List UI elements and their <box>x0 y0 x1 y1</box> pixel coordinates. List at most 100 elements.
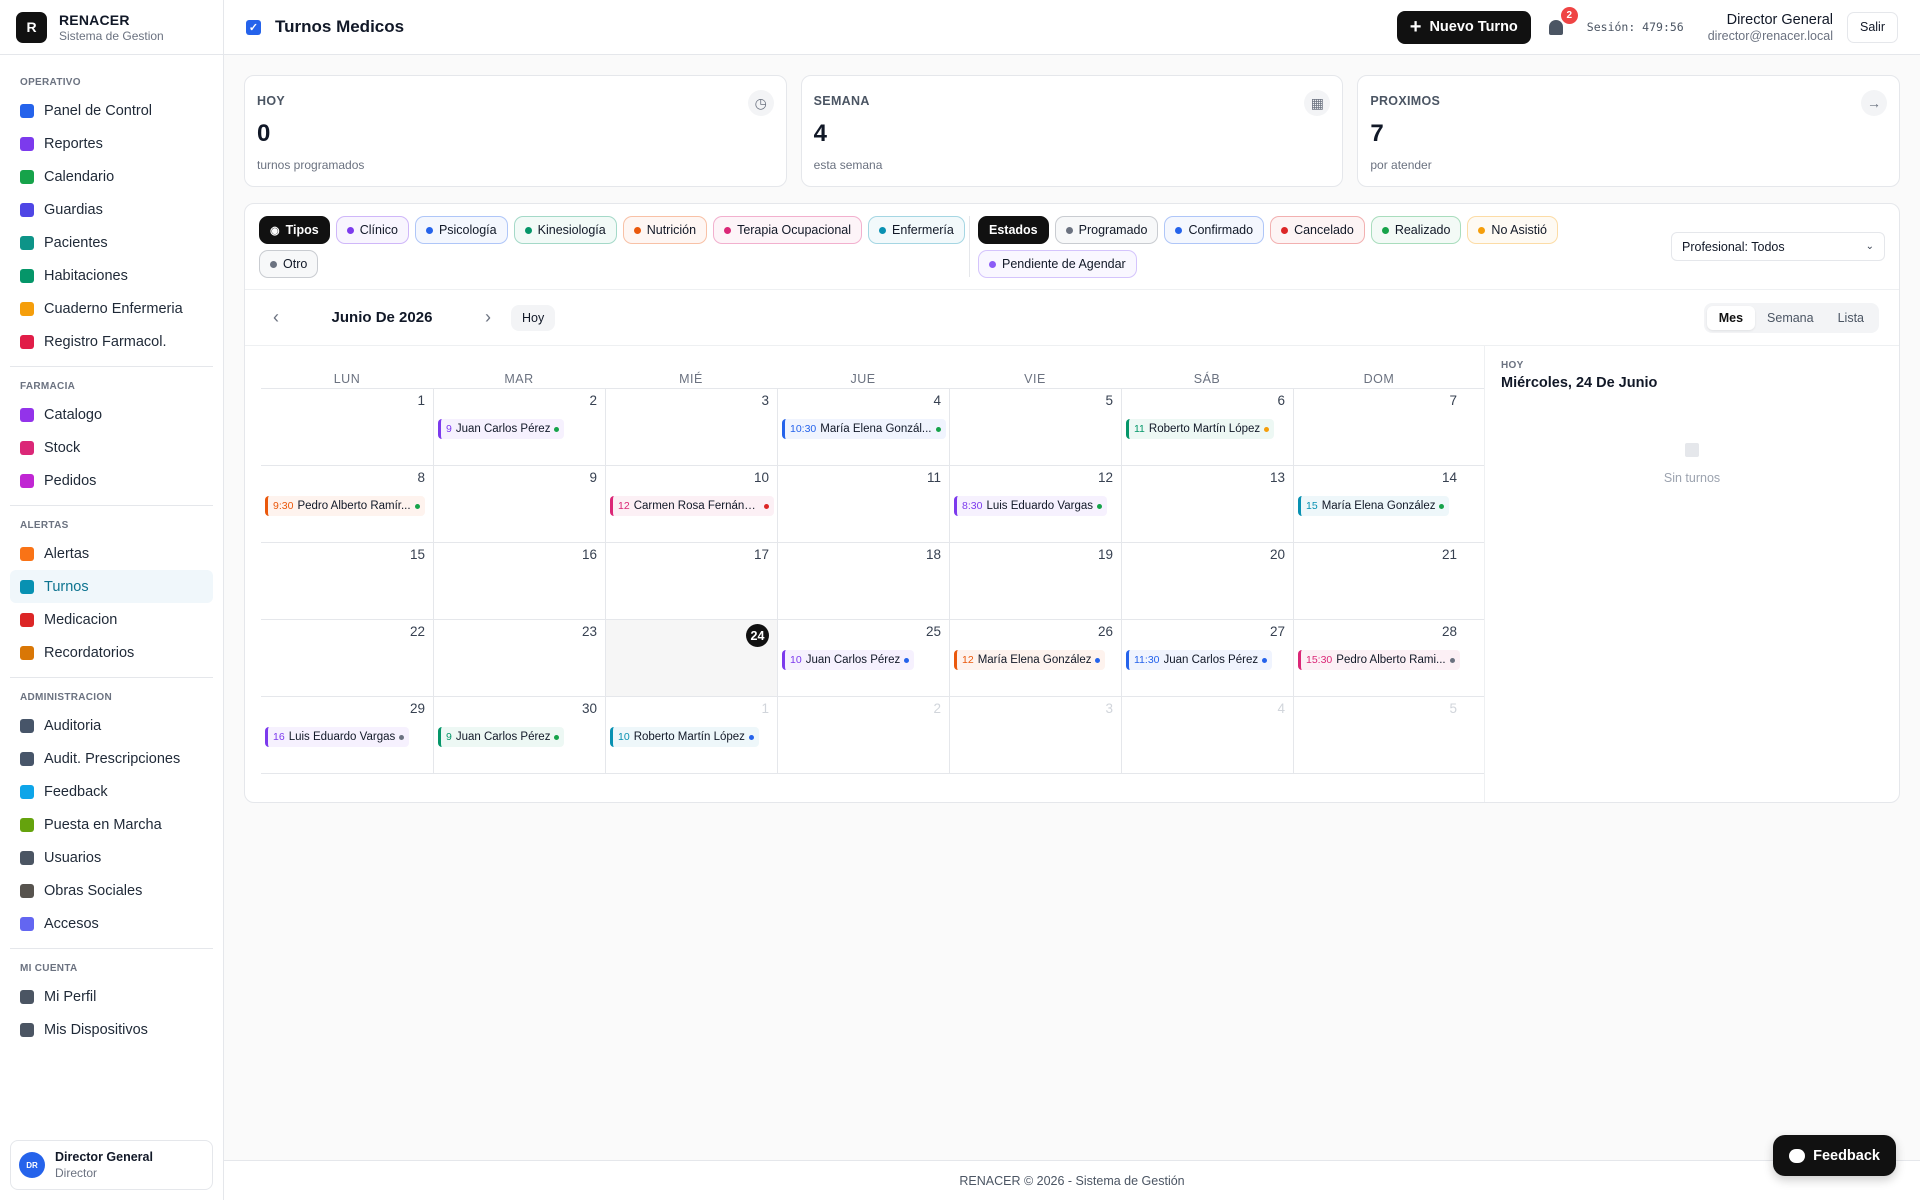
sidebar-item-mis-dispositivos[interactable]: Mis Dispositivos <box>10 1013 213 1046</box>
sidebar-item-cuaderno-enfermeria[interactable]: Cuaderno Enfermeria <box>10 292 213 325</box>
sidebar-item-mi-perfil[interactable]: Mi Perfil <box>10 980 213 1013</box>
day-cell[interactable]: 27 11:30 Juan Carlos Pérez <box>1121 620 1293 696</box>
day-cell[interactable]: 11 <box>777 466 949 542</box>
day-cell[interactable]: 26 12 María Elena González <box>949 620 1121 696</box>
type-filter-chip[interactable]: Clínico <box>335 216 409 244</box>
sidebar-item-audit-prescripciones[interactable]: Audit. Prescripciones <box>10 742 213 775</box>
professional-select[interactable]: Profesional: Todos ⌄ <box>1671 232 1885 261</box>
day-cell[interactable]: 10 12 Carmen Rosa Fernánd... <box>605 466 777 542</box>
sidebar-item-accesos[interactable]: Accesos <box>10 907 213 940</box>
status-filter-chip[interactable]: No Asistió <box>1467 216 1559 244</box>
day-cell[interactable]: 3 <box>949 697 1121 773</box>
day-cell[interactable]: 2 <box>777 697 949 773</box>
day-cell[interactable]: 19 <box>949 543 1121 619</box>
day-cell[interactable]: 4 10:30 María Elena Gonzál... <box>777 389 949 465</box>
day-cell[interactable]: 9 <box>433 466 605 542</box>
day-cell[interactable]: 6 11 Roberto Martín López <box>1121 389 1293 465</box>
prev-month-button[interactable]: ‹ <box>265 307 287 328</box>
day-cell[interactable]: 3 <box>605 389 777 465</box>
sidebar-item-feedback[interactable]: Feedback <box>10 775 213 808</box>
sidebar-item-panel-de-control[interactable]: Panel de Control <box>10 94 213 127</box>
sidebar-item-medicacion[interactable]: Medicacion <box>10 603 213 636</box>
sidebar-item-calendario[interactable]: Calendario <box>10 160 213 193</box>
notifications-button[interactable]: 2 <box>1545 7 1578 38</box>
new-appointment-button[interactable]: + Nuevo Turno <box>1396 10 1531 44</box>
status-filter-chip[interactable]: Programado <box>1054 216 1159 244</box>
status-filter-chip[interactable]: Cancelado <box>1270 216 1365 244</box>
status-filter-chip[interactable]: Pendiente de Agendar <box>978 250 1137 278</box>
appointment-event[interactable]: 9:30 Pedro Alberto Ramír... <box>265 496 425 516</box>
day-cell[interactable]: 22 <box>261 620 433 696</box>
day-cell[interactable]: 7 <box>1293 389 1465 465</box>
day-cell[interactable]: 21 <box>1293 543 1465 619</box>
appointment-event[interactable]: 12 María Elena González <box>954 650 1106 670</box>
day-cell[interactable]: 1 <box>261 389 433 465</box>
sidebar-item-habitaciones[interactable]: Habitaciones <box>10 259 213 292</box>
appointment-event[interactable]: 9 Juan Carlos Pérez <box>438 419 565 439</box>
day-cell[interactable]: 15 <box>261 543 433 619</box>
sidebar-item-turnos[interactable]: Turnos <box>10 570 213 603</box>
appointment-event[interactable]: 15:30 Pedro Alberto Rami... <box>1298 650 1460 670</box>
view-mes-button[interactable]: Mes <box>1706 305 1756 330</box>
sidebar-item-guardias[interactable]: Guardias <box>10 193 213 226</box>
day-cell[interactable]: 25 10 Juan Carlos Pérez <box>777 620 949 696</box>
day-cell[interactable]: 1 10 Roberto Martín López <box>605 697 777 773</box>
sidebar-item-puesta-en-marcha[interactable]: Puesta en Marcha <box>10 808 213 841</box>
appointment-event[interactable]: 10:30 María Elena Gonzál... <box>782 419 946 439</box>
day-cell[interactable]: 29 16 Luis Eduardo Vargas <box>261 697 433 773</box>
day-cell[interactable]: 20 <box>1121 543 1293 619</box>
appointment-event[interactable]: 15 María Elena González <box>1298 496 1450 516</box>
sidebar-user-card[interactable]: DR Director General Director <box>10 1140 213 1190</box>
day-cell[interactable]: 28 15:30 Pedro Alberto Rami... <box>1293 620 1465 696</box>
day-cell[interactable]: 12 8:30 Luis Eduardo Vargas <box>949 466 1121 542</box>
day-cell[interactable]: 2 9 Juan Carlos Pérez <box>433 389 605 465</box>
appointment-event[interactable]: 9 Juan Carlos Pérez <box>438 727 565 747</box>
logout-button[interactable]: Salir <box>1846 11 1898 43</box>
sidebar-item-usuarios[interactable]: Usuarios <box>10 841 213 874</box>
day-cell[interactable]: 8 9:30 Pedro Alberto Ramír... <box>261 466 433 542</box>
type-filter-chip[interactable]: Nutrición <box>622 216 708 244</box>
appointment-event[interactable]: 8:30 Luis Eduardo Vargas <box>954 496 1107 516</box>
day-cell[interactable]: 14 15 María Elena González <box>1293 466 1465 542</box>
appointment-event[interactable]: 16 Luis Eduardo Vargas <box>265 727 410 747</box>
appointment-event[interactable]: 10 Roberto Martín López <box>610 727 759 747</box>
type-toggle-chip[interactable]: ◉ Tipos <box>259 216 330 244</box>
day-cell[interactable]: 18 <box>777 543 949 619</box>
status-filter-chip[interactable]: Realizado <box>1370 216 1462 244</box>
status-toggle-chip[interactable]: Estados <box>978 216 1049 244</box>
view-lista-button[interactable]: Lista <box>1826 306 1876 330</box>
day-cell[interactable]: 4 <box>1121 697 1293 773</box>
day-cell[interactable]: 30 9 Juan Carlos Pérez <box>433 697 605 773</box>
sidebar-item-alertas[interactable]: Alertas <box>10 537 213 570</box>
sidebar-item-recordatorios[interactable]: Recordatorios <box>10 636 213 669</box>
sidebar-item-reportes[interactable]: Reportes <box>10 127 213 160</box>
next-month-button[interactable]: › <box>477 307 499 328</box>
day-cell[interactable]: 5 <box>949 389 1121 465</box>
type-filter-chip[interactable]: Otro <box>259 250 319 278</box>
appointment-event[interactable]: 12 Carmen Rosa Fernánd... <box>610 496 774 516</box>
sidebar-item-auditoria[interactable]: Auditoria <box>10 709 213 742</box>
brand[interactable]: R RENACER Sistema de Gestion <box>0 0 223 55</box>
today-button[interactable]: Hoy <box>511 304 556 331</box>
day-cell[interactable]: 16 <box>433 543 605 619</box>
view-semana-button[interactable]: Semana <box>1755 306 1826 330</box>
type-filter-chip[interactable]: Terapia Ocupacional <box>713 216 863 244</box>
sidebar-item-stock[interactable]: Stock <box>10 431 213 464</box>
type-filter-chip[interactable]: Enfermería <box>868 216 965 244</box>
appointment-event[interactable]: 11:30 Juan Carlos Pérez <box>1126 650 1273 670</box>
appointment-event[interactable]: 11 Roberto Martín López <box>1126 419 1275 439</box>
status-filter-chip[interactable]: Confirmado <box>1164 216 1265 244</box>
type-filter-chip[interactable]: Kinesiología <box>513 216 617 244</box>
appointment-event[interactable]: 10 Juan Carlos Pérez <box>782 650 915 670</box>
feedback-button[interactable]: Feedback <box>1773 1135 1896 1176</box>
sidebar-item-catalogo[interactable]: Catalogo <box>10 398 213 431</box>
sidebar-item-pedidos[interactable]: Pedidos <box>10 464 213 497</box>
day-cell[interactable]: 13 <box>1121 466 1293 542</box>
day-cell[interactable]: 24 <box>605 620 777 696</box>
sidebar-item-obras-sociales[interactable]: Obras Sociales <box>10 874 213 907</box>
type-filter-chip[interactable]: Psicología <box>414 216 508 244</box>
sidebar-item-registro-farmacol[interactable]: Registro Farmacol. <box>10 325 213 358</box>
day-cell[interactable]: 17 <box>605 543 777 619</box>
sidebar-item-pacientes[interactable]: Pacientes <box>10 226 213 259</box>
day-cell[interactable]: 5 <box>1293 697 1465 773</box>
